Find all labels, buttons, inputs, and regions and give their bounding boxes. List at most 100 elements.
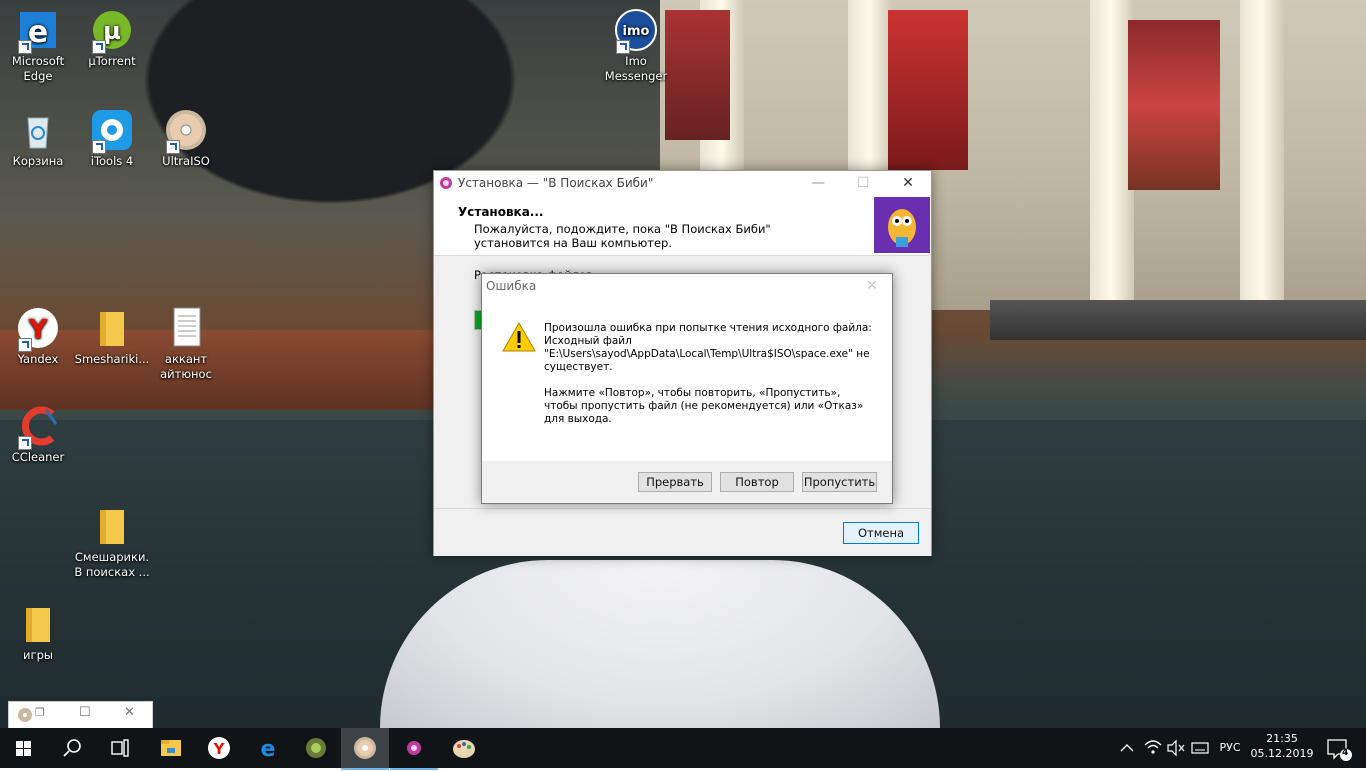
installer-logo-icon	[874, 197, 930, 253]
icon-label: Microsoft Edge	[11, 54, 65, 83]
desktop-icon-ultraiso[interactable]: UltraISO	[148, 108, 224, 169]
taskbar: Y e РУС 21:35 05.12.2019 4	[0, 728, 1366, 770]
skip-button[interactable]: Пропустить	[802, 472, 877, 492]
error-content: Произошла ошибка при попытке чтения исхо…	[482, 298, 892, 461]
ultraiso-icon	[17, 707, 33, 726]
clock-time: 21:35	[1266, 732, 1298, 745]
taskbar-paint[interactable]	[440, 728, 488, 768]
start-icon	[16, 741, 31, 756]
task-view-button[interactable]	[96, 728, 144, 768]
icon-label: Смешарики. В поисках ...	[74, 550, 150, 579]
taskbar-installer[interactable]	[390, 728, 438, 770]
tray-volume[interactable]	[1165, 728, 1187, 768]
desktop: e Microsoft Edge µ µTorrent imo Imo Mess…	[0, 0, 1366, 728]
taskbar-edge[interactable]: e	[244, 728, 292, 768]
error-dialog: Ошибка ✕ Произошла ошибка при попытке чт…	[481, 273, 893, 504]
error-hint-line: чтобы пропустить файл (не рекомендуется)…	[544, 400, 864, 412]
installer-title: Установка — "В Поисках Биби"	[458, 176, 654, 190]
taskbar-ultraiso-active[interactable]	[341, 728, 389, 770]
desktop-icon-smeshariki-folder[interactable]: Smeshariki...	[74, 306, 150, 367]
error-message-line: Произошла ошибка при попытке чтения исхо…	[544, 322, 872, 334]
itunes-icon	[306, 738, 326, 758]
icon-label: аккант айтюнос	[160, 352, 212, 381]
close-icon[interactable]: ✕	[124, 705, 135, 720]
wallpaper-poster	[1128, 20, 1220, 190]
desktop-icon-itools[interactable]: iTools 4	[74, 108, 150, 169]
wallpaper-column	[1240, 0, 1284, 300]
desktop-icon-smeshariki-search-folder[interactable]: Смешарики. В поисках ...	[74, 504, 150, 580]
wallpaper-poster	[888, 10, 968, 170]
close-button[interactable]: ✕	[885, 171, 931, 195]
tray-network[interactable]	[1142, 728, 1164, 768]
warning-icon	[502, 321, 536, 355]
icon-label: Yandex	[17, 352, 59, 366]
text-document-icon	[164, 306, 208, 350]
taskbar-yandex[interactable]: Y	[195, 728, 243, 768]
wifi-icon	[1144, 740, 1162, 754]
installer-titlebar[interactable]: Установка — "В Поисках Биби" — ☐ ✕	[434, 171, 931, 195]
ccleaner-icon	[16, 404, 60, 450]
installer-header-subtitle: Пожалуйста, подождите, пока "В Поисках Б…	[474, 222, 771, 250]
notification-icon	[1327, 739, 1352, 761]
icon-label: µTorrent	[88, 54, 136, 68]
itools-icon	[90, 108, 134, 154]
speaker-muted-icon	[1167, 739, 1185, 757]
error-message: Произошла ошибка при попытке чтения исхо…	[544, 322, 872, 426]
notification-center-button[interactable]: 4	[1318, 728, 1358, 768]
wallpaper-ledge	[990, 300, 1366, 340]
error-close-button[interactable]: ✕	[854, 274, 890, 298]
icon-label: Imo Messenger	[604, 54, 668, 83]
installer-header: Установка... Пожалуйста, подождите, пока…	[434, 195, 931, 256]
desktop-icon-edge[interactable]: e Microsoft Edge	[0, 8, 76, 84]
installer-header-title: Установка...	[458, 205, 544, 219]
abort-button[interactable]: Прервать	[638, 472, 712, 492]
keyboard-icon	[1191, 742, 1209, 754]
tray-language[interactable]: РУС	[1214, 728, 1246, 768]
taskbar-file-explorer[interactable]	[147, 728, 195, 768]
icon-label: UltraISO	[162, 154, 210, 168]
error-titlebar[interactable]: Ошибка ✕	[482, 274, 892, 298]
mini-window[interactable]: ❐ ☐ ✕	[8, 701, 153, 728]
desktop-icon-ccleaner[interactable]: CCleaner	[0, 404, 76, 465]
installer-app-icon	[438, 175, 454, 194]
error-title: Ошибка	[486, 279, 537, 293]
tray-clock[interactable]: 21:35 05.12.2019	[1250, 728, 1314, 768]
svg-text:Y: Y	[213, 740, 226, 758]
task-view-icon	[111, 739, 129, 757]
yandex-icon: Y	[16, 306, 60, 352]
tray-overflow-button[interactable]	[1116, 728, 1138, 768]
chevron-up-icon	[1120, 744, 1134, 752]
notification-count: 4	[1342, 748, 1349, 758]
search-icon	[63, 739, 81, 757]
desktop-icon-yandex[interactable]: Y Yandex	[0, 306, 76, 367]
icon-label: Корзина	[12, 154, 64, 168]
recycle-bin-icon	[16, 108, 60, 152]
desktop-icon-utorrent[interactable]: µ µTorrent	[74, 8, 150, 69]
svg-text:imo: imo	[623, 24, 650, 39]
retry-button[interactable]: Повтор	[720, 472, 794, 492]
taskbar-itunes[interactable]	[292, 728, 340, 768]
maximize-icon[interactable]: ☐	[79, 705, 91, 720]
error-message-line: "E:\Users\sayod\AppData\Local\Temp\Ultra…	[544, 348, 870, 360]
utorrent-icon: µ	[90, 8, 134, 54]
desktop-icon-games-folder[interactable]: игры	[0, 602, 76, 663]
icon-label: iTools 4	[90, 154, 134, 168]
minimize-button[interactable]: —	[795, 171, 841, 195]
maximize-button[interactable]: ☐	[840, 171, 886, 195]
cancel-button[interactable]: Отмена	[843, 522, 919, 544]
file-explorer-icon	[161, 740, 181, 756]
folder-icon	[16, 602, 60, 646]
installer-icon	[407, 741, 421, 755]
imo-icon: imo	[614, 8, 658, 54]
tray-input-method[interactable]	[1189, 728, 1211, 768]
desktop-icon-text-document[interactable]: аккант айтюнос	[148, 306, 224, 382]
search-button[interactable]	[48, 728, 96, 768]
start-button[interactable]	[0, 728, 48, 768]
restore-icon[interactable]: ❐	[35, 706, 45, 719]
icon-label: игры	[23, 648, 53, 662]
error-message-line: существует.	[544, 361, 613, 373]
desktop-icon-imo[interactable]: imo Imo Messenger	[598, 8, 674, 84]
ultraiso-icon	[164, 108, 208, 154]
desktop-icon-recycle-bin[interactable]: Корзина	[0, 108, 76, 169]
folder-icon	[90, 504, 134, 548]
